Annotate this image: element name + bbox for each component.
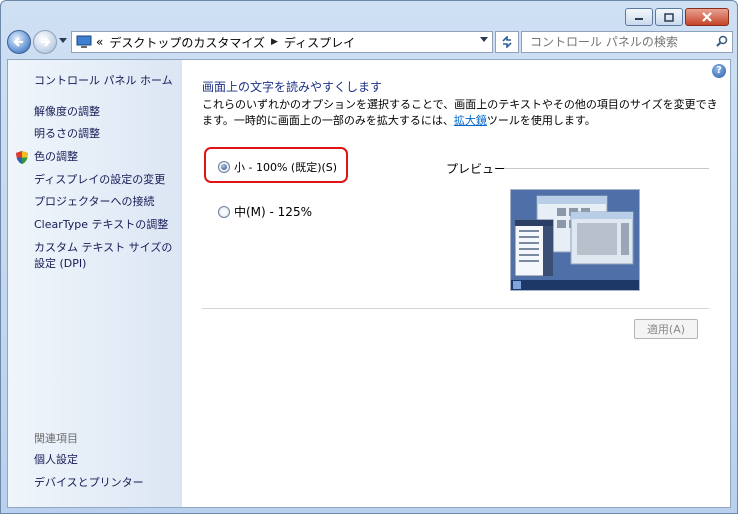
page-title: 画面上の文字を読みやすくします	[202, 80, 383, 94]
maximize-button[interactable]	[655, 8, 683, 26]
shield-icon	[16, 151, 28, 164]
back-arrow-icon	[13, 37, 23, 47]
close-icon	[702, 12, 712, 22]
sidebar-home-link[interactable]: コントロール パネル ホーム	[34, 73, 173, 89]
close-button[interactable]	[685, 8, 729, 26]
window: « デスクトップのカスタマイズ ▶ ディスプレイ コントロール パネル ホーム …	[0, 0, 738, 514]
caption-buttons	[625, 8, 729, 26]
forward-button[interactable]	[33, 30, 57, 54]
preview-image	[510, 189, 640, 291]
sidebar-item-cleartype[interactable]: ClearType テキストの調整	[34, 217, 168, 233]
apply-button[interactable]: 適用(A)	[634, 319, 698, 339]
description-text-end: ツールを使用します。	[486, 114, 596, 127]
preview-label: プレビュー	[446, 162, 507, 176]
navigation-bar: « デスクトップのカスタマイズ ▶ ディスプレイ	[7, 30, 733, 54]
forward-arrow-icon	[41, 37, 51, 47]
magnifier-link[interactable]: 拡大鏡	[454, 114, 487, 127]
sidebar-item-display-settings[interactable]: ディスプレイの設定の変更	[34, 172, 165, 188]
option-medium-label: 中(M) - 125%	[234, 205, 312, 219]
sidebar-item-personalization[interactable]: 個人設定	[34, 452, 78, 468]
maximize-icon	[664, 12, 674, 22]
refresh-icon	[502, 36, 512, 48]
search-box[interactable]	[521, 31, 733, 53]
sidebar-item-devices-printers[interactable]: デバイスとプリンター	[34, 475, 144, 491]
breadcrumb-separator-icon[interactable]: ▶	[271, 37, 278, 47]
refresh-button[interactable]	[495, 31, 519, 53]
minimize-icon	[635, 18, 643, 20]
history-dropdown-icon[interactable]	[59, 38, 67, 44]
main-panel: ? 画面上の文字を読みやすくします これらのいずれかのオプションを選択することで…	[182, 60, 730, 507]
description: これらのいずれかのオプションを選択することで、画面上のテキストやその他の項目のサ…	[202, 97, 722, 129]
breadcrumb-customize[interactable]: デスクトップのカスタマイズ	[109, 34, 265, 51]
help-icon[interactable]: ?	[712, 64, 726, 78]
radio-medium[interactable]	[218, 205, 230, 218]
sidebar-item-custom-dpi[interactable]: カスタム テキスト サイズの設定 (DPI)	[34, 240, 180, 272]
search-icon[interactable]	[716, 35, 728, 47]
breadcrumb-display[interactable]: ディスプレイ	[284, 34, 355, 51]
minimize-button[interactable]	[625, 8, 653, 26]
address-bar[interactable]: « デスクトップのカスタマイズ ▶ ディスプレイ	[71, 31, 493, 53]
content-area: コントロール パネル ホーム 解像度の調整 明るさの調整 色の調整 ディスプレイ…	[7, 59, 731, 508]
sidebar-item-color[interactable]: 色の調整	[16, 149, 78, 165]
search-input[interactable]	[522, 34, 712, 50]
preview-rule	[504, 168, 709, 169]
address-dropdown-icon[interactable]	[480, 37, 488, 43]
sidebar-item-brightness[interactable]: 明るさの調整	[34, 126, 100, 142]
desktop-preview-icon	[511, 190, 639, 290]
option-small[interactable]: 小 - 100% (既定)(S)	[218, 159, 337, 175]
sidebar-item-resolution[interactable]: 解像度の調整	[34, 104, 100, 120]
option-small-label: 小 - 100% (既定)(S)	[234, 161, 338, 174]
radio-small[interactable]	[218, 161, 230, 173]
option-medium[interactable]: 中(M) - 125%	[218, 203, 312, 220]
divider	[202, 308, 709, 309]
control-panel-icon	[76, 35, 92, 48]
sidebar: コントロール パネル ホーム 解像度の調整 明るさの調整 色の調整 ディスプレイ…	[8, 60, 182, 507]
sidebar-item-projector[interactable]: プロジェクターへの接続	[34, 194, 155, 210]
related-heading: 関連項目	[34, 432, 78, 445]
sidebar-item-label: 色の調整	[34, 150, 78, 163]
address-prefix: «	[96, 35, 104, 49]
back-button[interactable]	[7, 30, 31, 54]
